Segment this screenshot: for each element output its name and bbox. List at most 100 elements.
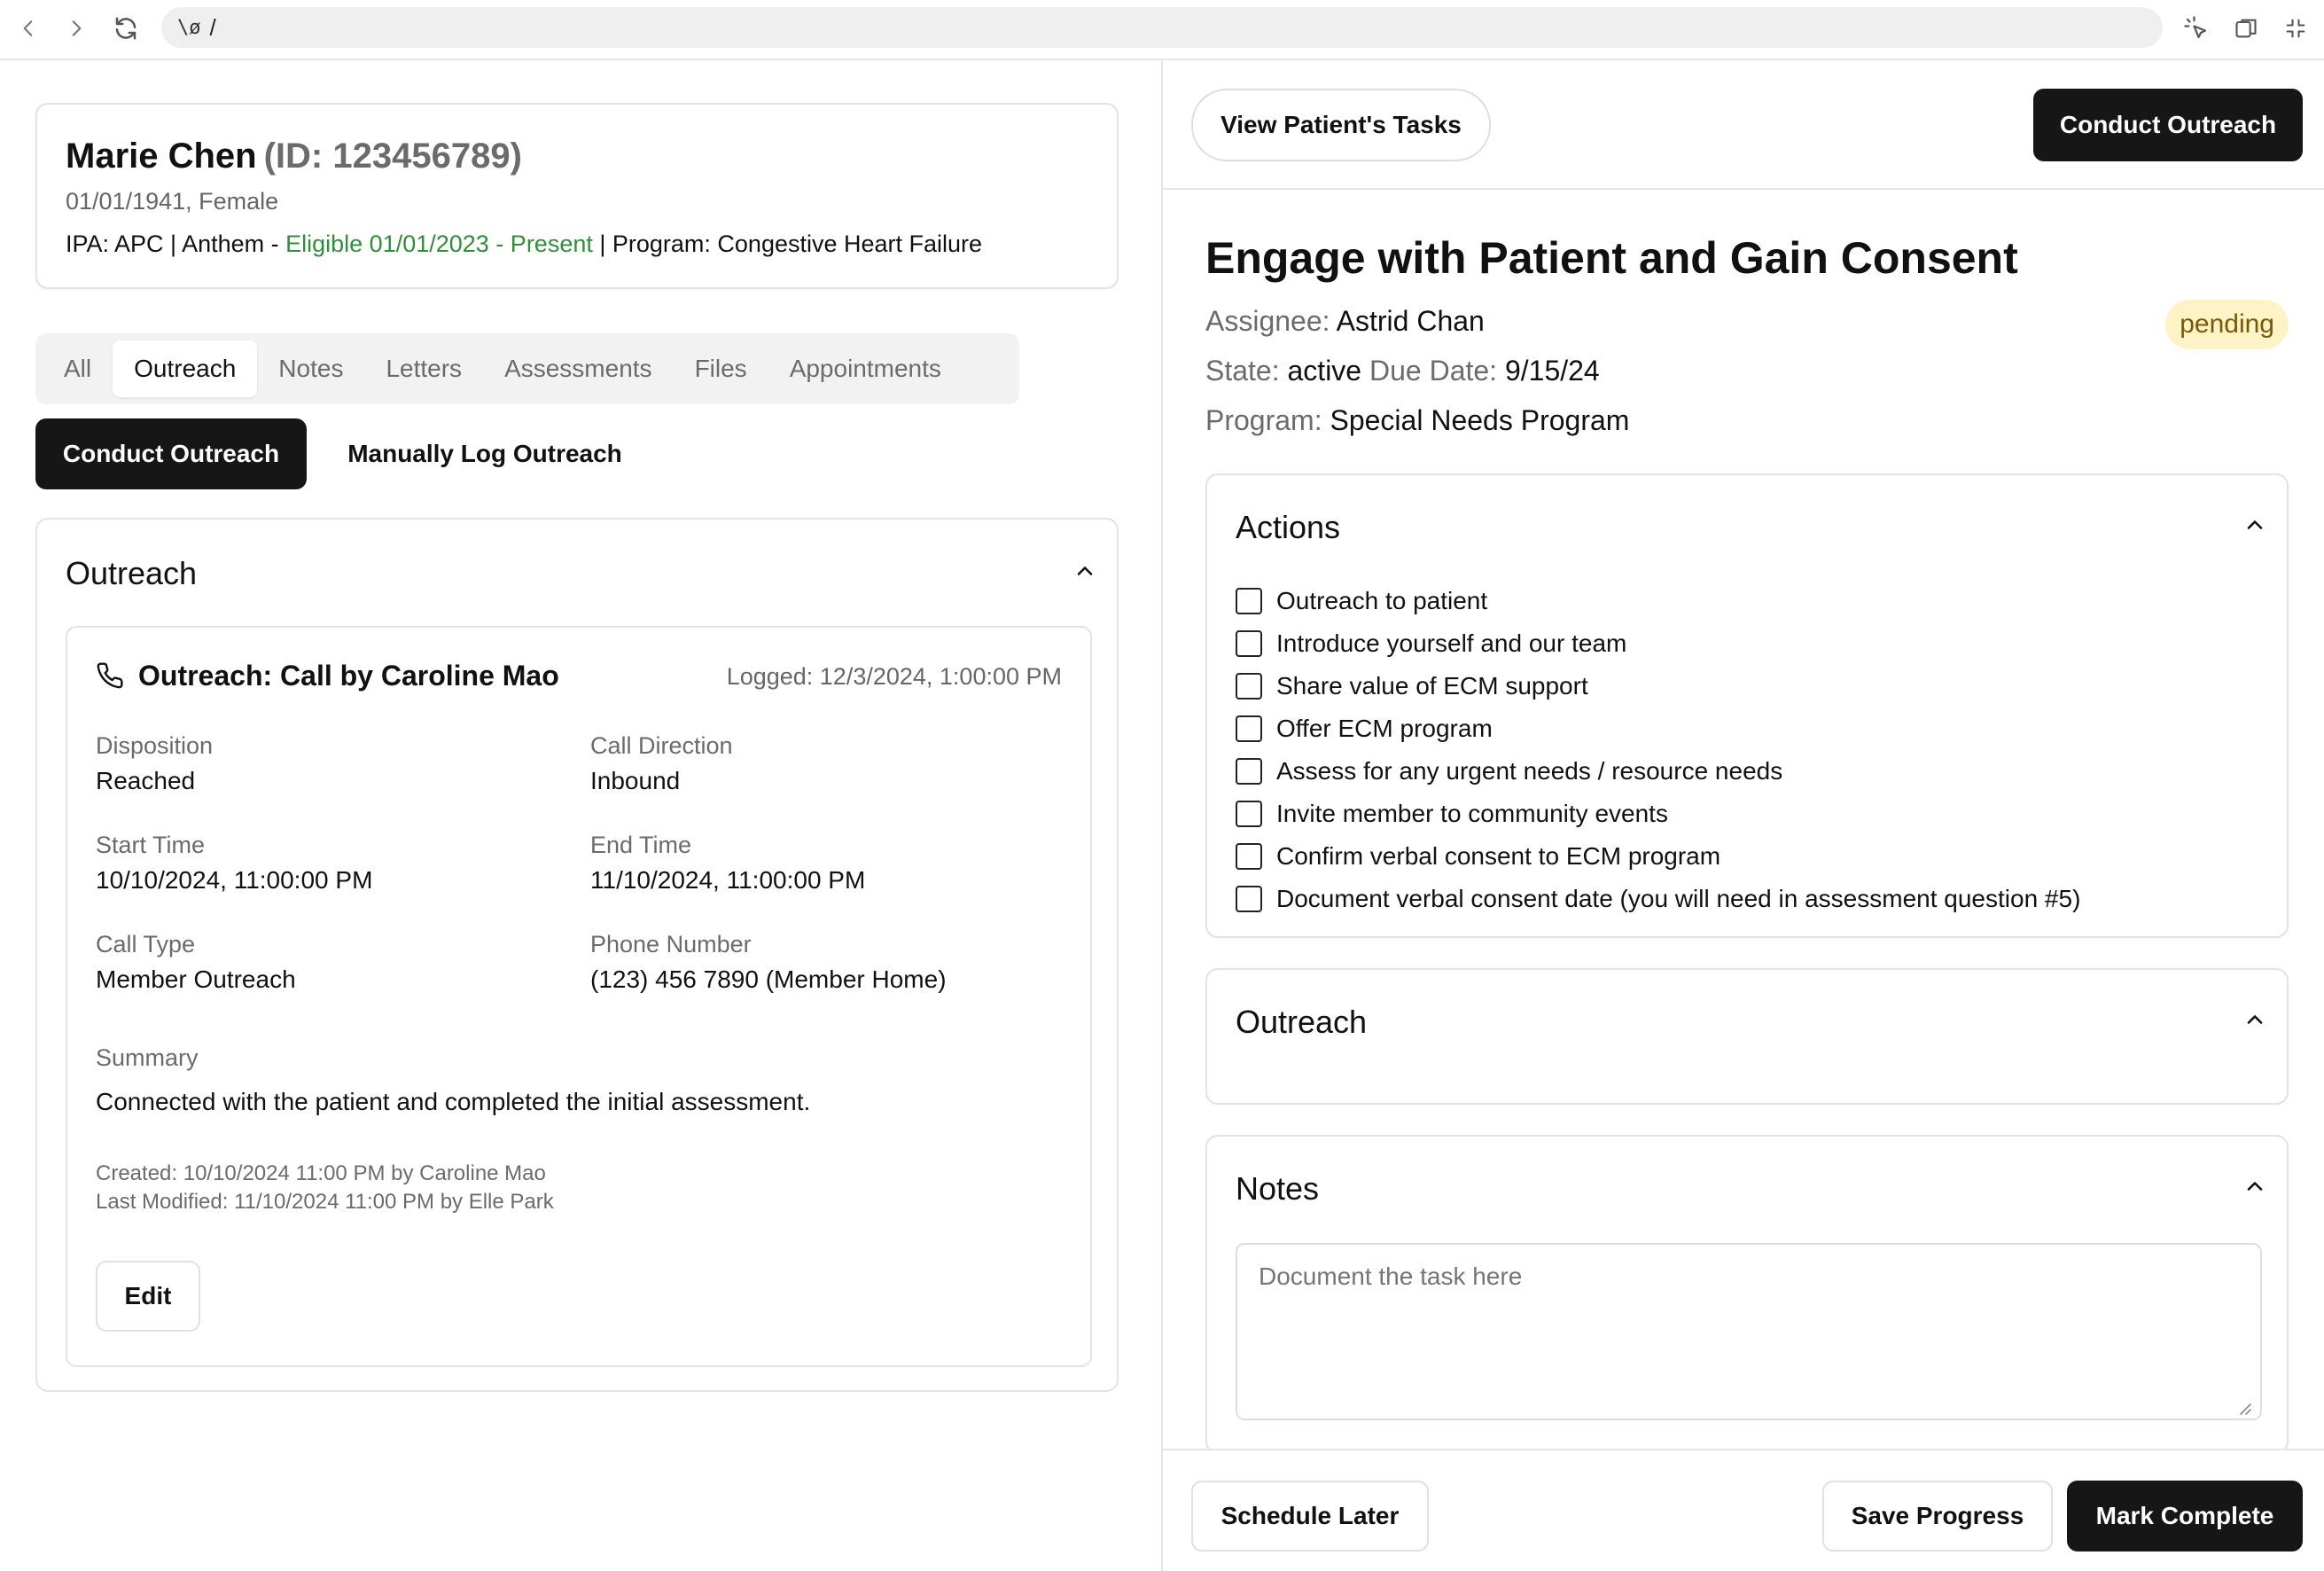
- patient-name: Marie Chen: [66, 137, 257, 176]
- task-title: Engage with Patient and Gain Consent: [1205, 233, 2018, 283]
- summary-field: Summary Connected with the patient and c…: [96, 1044, 1053, 1116]
- action-item[interactable]: Invite member to community events: [1236, 793, 2080, 835]
- action-label: Invite member to community events: [1276, 800, 1668, 827]
- notes-card: Notes: [1205, 1135, 2289, 1454]
- chevron-up-icon[interactable]: [2242, 1174, 2267, 1199]
- tab-files[interactable]: Files: [674, 340, 768, 397]
- patient-id: (ID: 123456789): [263, 137, 522, 176]
- start-time-field: Start Time 10/10/2024, 11:00:00 PM: [96, 832, 557, 895]
- chevron-up-icon[interactable]: [1072, 559, 1097, 583]
- patient-name-line: Marie Chen (ID: 123456789): [66, 137, 522, 176]
- chevron-up-icon[interactable]: [2242, 512, 2267, 537]
- logged-timestamp: Logged: 12/3/2024, 1:00:00 PM: [726, 663, 1062, 690]
- due-date-value: 9/15/24: [1504, 355, 1600, 387]
- patient-tabs: All Outreach Notes Letters Assessments F…: [35, 333, 1019, 404]
- start-time-value: 10/10/2024, 11:00:00 PM: [96, 866, 373, 894]
- action-label: Share value of ECM support: [1276, 672, 1588, 700]
- program-value: Special Needs Program: [1330, 404, 1630, 436]
- resize-grip-icon[interactable]: [2235, 1399, 2251, 1415]
- window-icon[interactable]: [2227, 9, 2266, 48]
- mark-complete-button[interactable]: Mark Complete: [2067, 1481, 2303, 1551]
- state-value: active: [1287, 355, 1362, 387]
- cursor-select-icon[interactable]: [2177, 9, 2216, 48]
- reload-icon[interactable]: [106, 9, 145, 48]
- call-type-field: Call Type Member Outreach: [96, 931, 557, 994]
- disposition-label: Disposition: [96, 732, 214, 759]
- outreach-call-card: Outreach: Call by Caroline Mao Logged: 1…: [66, 626, 1092, 1367]
- patient-dob-gender: 01/01/1941, Female: [66, 188, 279, 215]
- action-item[interactable]: Assess for any urgent needs / resource n…: [1236, 750, 2080, 793]
- tab-notes[interactable]: Notes: [257, 340, 364, 397]
- browser-toolbar: \ø /: [0, 0, 2324, 60]
- phone-number-value: (123) 456 7890 (Member Home): [590, 965, 947, 993]
- call-direction-field: Call Direction Inbound: [590, 732, 1051, 795]
- action-label: Offer ECM program: [1276, 715, 1493, 742]
- state-key: State:: [1205, 355, 1280, 387]
- phone-icon: [96, 661, 124, 690]
- outreach-card-title: Outreach: Call by Caroline Mao: [138, 660, 559, 692]
- conduct-outreach-button[interactable]: Conduct Outreach: [35, 418, 307, 489]
- action-item[interactable]: Outreach to patient: [1236, 580, 2080, 622]
- modified-info: Last Modified: 11/10/2024 11:00 PM by El…: [96, 1190, 554, 1214]
- end-time-value: 11/10/2024, 11:00:00 PM: [590, 866, 866, 894]
- checkbox[interactable]: [1236, 588, 1262, 614]
- patient-panel: Marie Chen (ID: 123456789) 01/01/1941, Fe…: [0, 60, 1161, 1571]
- action-item[interactable]: Document verbal consent date (you will n…: [1236, 878, 2080, 920]
- tab-outreach[interactable]: Outreach: [113, 340, 258, 397]
- minimize-icon[interactable]: [2276, 9, 2315, 48]
- action-item[interactable]: Offer ECM program: [1236, 707, 2080, 750]
- conduct-outreach-button-right[interactable]: Conduct Outreach: [2033, 89, 2303, 161]
- eligibility-text: Eligible 01/01/2023 - Present: [285, 231, 593, 257]
- actions-title: Actions: [1236, 509, 1341, 545]
- task-footer: Schedule Later Save Progress Mark Comple…: [1163, 1449, 2324, 1571]
- program-key: Program:: [1205, 404, 1322, 436]
- assignee-line: Assignee: Astrid Chan: [1205, 305, 1485, 338]
- record-metadata: Created: 10/10/2024 11:00 PM by Caroline…: [96, 1160, 554, 1216]
- summary-value: Connected with the patient and completed…: [96, 1088, 811, 1115]
- tab-assessments[interactable]: Assessments: [483, 340, 674, 397]
- back-icon[interactable]: [9, 9, 48, 48]
- checkbox[interactable]: [1236, 801, 1262, 827]
- action-label: Assess for any urgent needs / resource n…: [1276, 757, 1783, 785]
- outreach-section: Outreach Outreach: Call by Caroline Mao …: [35, 518, 1119, 1392]
- schedule-later-button[interactable]: Schedule Later: [1191, 1481, 1429, 1551]
- tab-appointments[interactable]: Appointments: [768, 340, 963, 397]
- state-due-line: State: active Due Date: 9/15/24: [1205, 355, 1600, 387]
- address-bar[interactable]: \ø /: [161, 7, 2163, 48]
- task-panel-header: View Patient's Tasks Conduct Outreach: [1163, 60, 2324, 190]
- tab-letters[interactable]: Letters: [364, 340, 483, 397]
- end-time-label: End Time: [590, 832, 692, 858]
- call-direction-value: Inbound: [590, 767, 681, 794]
- notes-title: Notes: [1236, 1170, 1320, 1207]
- checkbox[interactable]: [1236, 715, 1262, 742]
- action-item[interactable]: Share value of ECM support: [1236, 665, 2080, 707]
- tab-all[interactable]: All: [43, 340, 113, 397]
- checkbox[interactable]: [1236, 843, 1262, 870]
- action-item[interactable]: Confirm verbal consent to ECM program: [1236, 835, 2080, 878]
- assignee-key: Assignee:: [1205, 305, 1330, 337]
- action-item[interactable]: Introduce yourself and our team: [1236, 622, 2080, 665]
- disposition-field: Disposition Reached: [96, 732, 557, 795]
- action-label: Confirm verbal consent to ECM program: [1276, 842, 1721, 870]
- checkbox[interactable]: [1236, 673, 1262, 700]
- manually-log-outreach-button[interactable]: Manually Log Outreach: [328, 418, 642, 489]
- chevron-up-icon[interactable]: [2242, 1007, 2267, 1032]
- due-date-key: Due Date:: [1369, 355, 1498, 387]
- checkbox[interactable]: [1236, 758, 1262, 785]
- status-badge: pending: [2165, 300, 2289, 349]
- checkbox[interactable]: [1236, 630, 1262, 657]
- view-patient-tasks-button[interactable]: View Patient's Tasks: [1191, 89, 1491, 161]
- outreach-section-title: Outreach: [66, 555, 198, 591]
- call-type-label: Call Type: [96, 931, 196, 957]
- edit-button[interactable]: Edit: [96, 1261, 200, 1332]
- phone-number-field: Phone Number (123) 456 7890 (Member Home…: [590, 931, 1051, 994]
- patient-header-card: Marie Chen (ID: 123456789) 01/01/1941, Fe…: [35, 103, 1119, 289]
- patient-ipa-line: IPA: APC | Anthem - Eligible 01/01/2023 …: [66, 231, 982, 258]
- task-panel: View Patient's Tasks Conduct Outreach En…: [1163, 60, 2324, 1571]
- notes-textarea[interactable]: [1236, 1243, 2262, 1420]
- url-text: /: [209, 13, 216, 41]
- save-progress-button[interactable]: Save Progress: [1822, 1481, 2053, 1551]
- checkbox[interactable]: [1236, 886, 1262, 912]
- forward-icon[interactable]: [57, 9, 96, 48]
- task-outreach-title: Outreach: [1236, 1004, 1368, 1040]
